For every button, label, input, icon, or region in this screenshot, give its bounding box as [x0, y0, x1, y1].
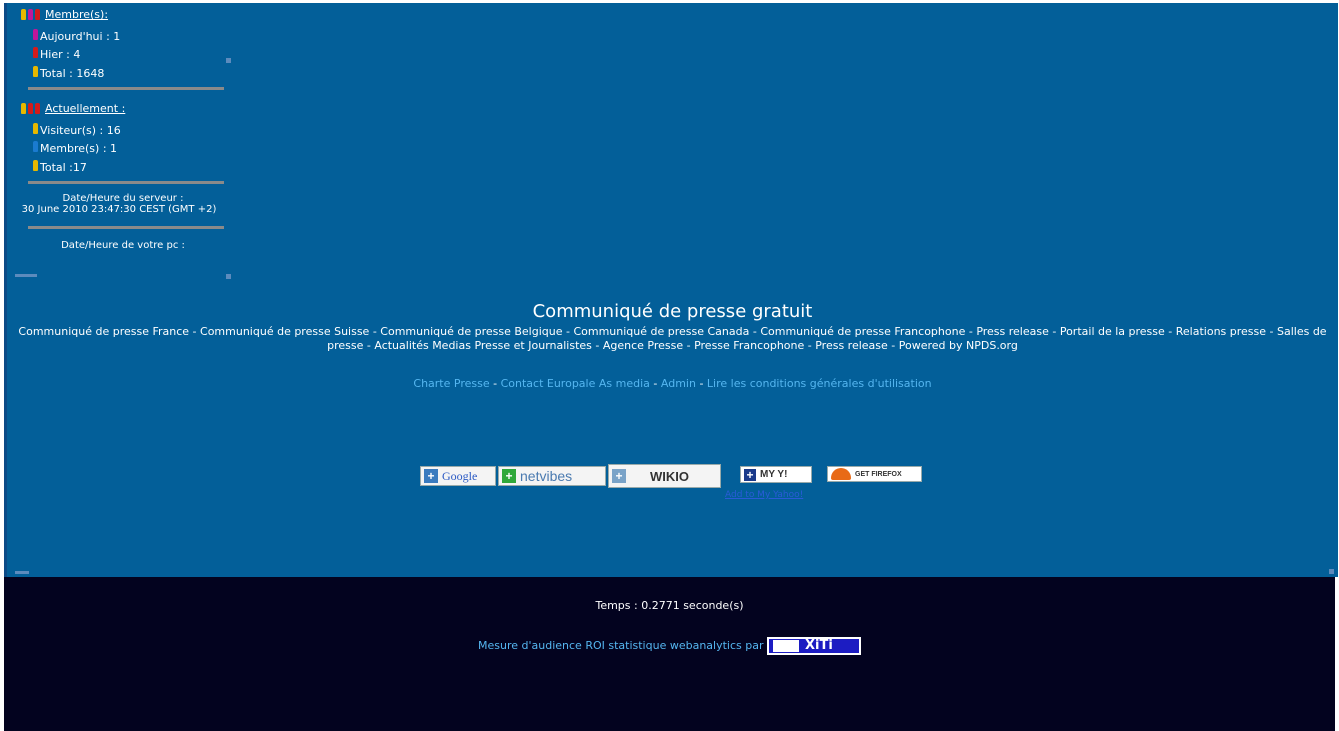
- server-time-label: Date/Heure du serveur :: [62, 193, 184, 204]
- main-panel: Membre(s): Aujourd'hui : 1 Hier : 4 Tota…: [4, 3, 1338, 577]
- server-time-block: Date/Heure du serveur : 30 June 2010 23:…: [17, 193, 229, 215]
- scroll-marker: [226, 274, 231, 279]
- person-icon: [33, 160, 38, 171]
- plus-icon: +: [424, 469, 438, 483]
- firefox-icon: [831, 468, 851, 480]
- contact-link[interactable]: Contact Europale As media: [501, 377, 650, 390]
- separator: [28, 181, 224, 184]
- person-icon: [33, 123, 38, 134]
- google-label: Google: [442, 468, 478, 483]
- scroll-marker: [15, 571, 29, 574]
- netvibes-label: netvibes: [520, 468, 573, 484]
- link-separator: -: [699, 377, 704, 390]
- bar-chart-icon: [772, 640, 799, 652]
- members-total: Total : 1648: [33, 66, 104, 80]
- xiti-label: XiTi: [804, 638, 833, 653]
- person-icon: [33, 141, 38, 152]
- members-today: Aujourd'hui : 1: [33, 29, 120, 43]
- link-separator: -: [653, 377, 658, 390]
- current-header: Actuellement :: [21, 102, 125, 117]
- site-tagline: Communiqué de presse France - Communiqué…: [18, 325, 1327, 352]
- separator: [28, 87, 224, 90]
- cgu-link[interactable]: Lire les conditions générales d'utilisat…: [707, 377, 932, 390]
- scroll-marker: [226, 58, 231, 63]
- server-time-value: 30 June 2010 23:47:30 CEST (GMT +2): [21, 204, 217, 215]
- myyahoo-button[interactable]: + MY Y!: [740, 466, 812, 483]
- firefox-button[interactable]: GET FIREFOX: [827, 466, 922, 482]
- link-separator: -: [493, 377, 498, 390]
- plus-icon: +: [744, 468, 756, 481]
- audience-row: Mesure d'audience ROI statistique webana…: [4, 637, 1335, 655]
- members-today-text: Aujourd'hui : 1: [40, 30, 121, 43]
- current-visitors-text: Visiteur(s) : 16: [40, 124, 121, 137]
- generation-time: Temps : 0.2771 seconde(s): [595, 599, 744, 612]
- footer-links: Charte Presse - Contact Europale As medi…: [7, 377, 1338, 390]
- google-button[interactable]: + Google: [420, 466, 496, 486]
- wikio-button[interactable]: + WIKIO: [608, 464, 721, 488]
- firefox-label: GET FIREFOX: [855, 470, 902, 478]
- site-title: Communiqué de presse gratuit: [532, 301, 813, 322]
- members-total-text: Total : 1648: [40, 67, 105, 80]
- page-footer: Temps : 0.2771 seconde(s) Mesure d'audie…: [4, 577, 1335, 731]
- current-total: Total :17: [33, 160, 87, 174]
- people-icon: [21, 103, 42, 117]
- members-title[interactable]: Membre(s):: [45, 8, 108, 21]
- charte-link[interactable]: Charte Presse: [413, 377, 489, 390]
- current-members-text: Membre(s) : 1: [40, 142, 118, 155]
- scroll-marker: [15, 274, 37, 277]
- myyahoo-label: MY Y!: [760, 469, 788, 480]
- members-header: Membre(s):: [21, 8, 108, 23]
- plus-icon: +: [612, 469, 626, 483]
- admin-link[interactable]: Admin: [661, 377, 696, 390]
- people-icon: [21, 9, 42, 23]
- scroll-marker: [1329, 569, 1334, 574]
- person-icon: [33, 66, 38, 77]
- current-members: Membre(s) : 1: [33, 141, 117, 155]
- separator: [28, 226, 224, 229]
- person-icon: [33, 47, 38, 58]
- wikio-label: WIKIO: [650, 468, 689, 484]
- current-visitors: Visiteur(s) : 16: [33, 123, 121, 137]
- current-title[interactable]: Actuellement :: [45, 102, 125, 115]
- xiti-badge[interactable]: XiTi: [766, 637, 861, 655]
- current-total-text: Total :17: [40, 161, 87, 174]
- members-yesterday-text: Hier : 4: [40, 48, 81, 61]
- person-icon: [33, 29, 38, 40]
- plus-icon: +: [502, 469, 516, 483]
- netvibes-button[interactable]: + netvibes: [498, 466, 606, 486]
- members-yesterday: Hier : 4: [33, 47, 80, 61]
- add-to-yahoo-link[interactable]: Add to My Yahoo!: [725, 490, 803, 500]
- audience-text: Mesure d'audience ROI statistique webana…: [478, 639, 764, 652]
- pc-time-label: Date/Heure de votre pc :: [61, 240, 185, 251]
